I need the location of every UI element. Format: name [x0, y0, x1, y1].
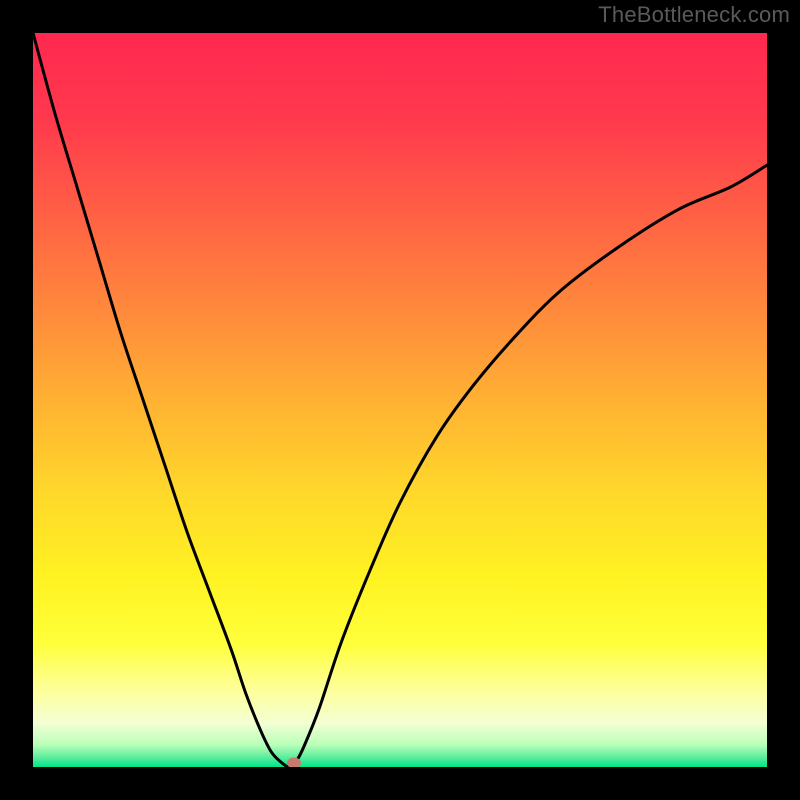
optimal-marker [287, 758, 301, 767]
bottleneck-curve [33, 33, 767, 767]
chart-frame: TheBottleneck.com [0, 0, 800, 800]
watermark-text: TheBottleneck.com [598, 2, 790, 28]
plot-area [33, 33, 767, 767]
